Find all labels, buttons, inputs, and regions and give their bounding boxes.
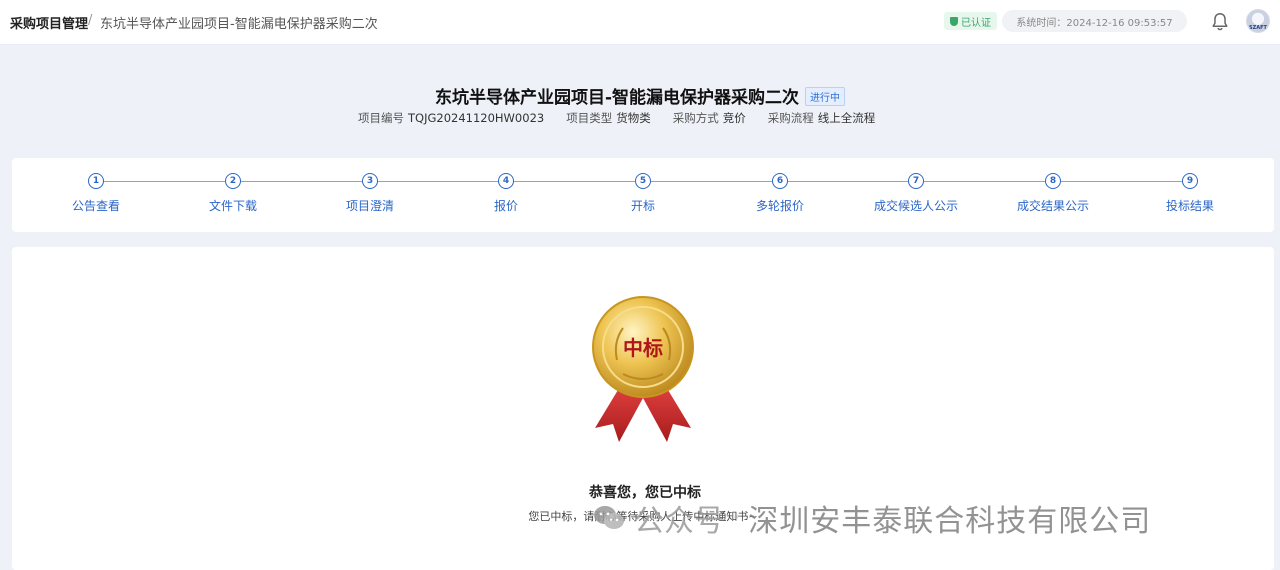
avatar[interactable]: SZAFT <box>1246 9 1270 33</box>
shield-icon <box>950 16 958 26</box>
step-1[interactable]: 1 公告查看 <box>26 173 166 214</box>
step-label: 公告查看 <box>71 199 120 213</box>
step-number: 6 <box>772 173 788 189</box>
step-3[interactable]: 3 项目澄清 <box>300 173 440 214</box>
avatar-text: SZAFT <box>1249 25 1267 31</box>
step-label: 投标结果 <box>1165 199 1214 213</box>
watermark-separator: · <box>732 503 741 533</box>
step-number: 9 <box>1182 173 1198 189</box>
breadcrumb-current: 东坑半导体产业园项目-智能漏电保护器采购二次 <box>100 17 378 32</box>
wechat-icon <box>594 506 624 529</box>
project-title-text: 东坑半导体产业园项目-智能漏电保护器采购二次 <box>434 88 800 108</box>
step-number: 8 <box>1045 173 1061 189</box>
watermark-label: 公众号 <box>634 504 724 539</box>
medal-icon: 中标 <box>592 296 694 442</box>
step-label: 报价 <box>493 199 518 213</box>
steps-card: 1 公告查看 2 文件下载 3 项目澄清 4 报价 5 开标 6 多轮报价 7 … <box>12 158 1274 232</box>
step-label: 成交候选人公示 <box>873 199 958 213</box>
step-label: 成交结果公示 <box>1016 199 1089 213</box>
watermark-company: 深圳安丰泰联合科技有限公司 <box>748 504 1152 539</box>
step-label: 多轮报价 <box>755 199 804 213</box>
breadcrumb-separator: / <box>88 13 93 28</box>
breadcrumb-root[interactable]: 采购项目管理 <box>10 13 88 32</box>
top-bar: 采购项目管理 / 东坑半导体产业园项目-智能漏电保护器采购二次 已认证 系统时间… <box>0 0 1280 45</box>
wechat-watermark: 公众号 · 深圳安丰泰联合科技有限公司 <box>592 498 1152 539</box>
step-number: 4 <box>498 173 514 189</box>
meta-value: 竞价 <box>722 111 746 125</box>
meta-item: 项目类型 货物类 <box>566 110 651 126</box>
meta-value: 线上全流程 <box>817 111 876 125</box>
step-5[interactable]: 5 开标 <box>573 173 713 214</box>
meta-item: 采购方式 竞价 <box>673 110 746 126</box>
step-8[interactable]: 8 成交结果公示 <box>983 173 1123 214</box>
step-number: 3 <box>362 173 378 189</box>
verified-label: 已认证 <box>961 17 991 29</box>
meta-item: 采购流程 线上全流程 <box>768 110 876 126</box>
meta-key: 项目编号 <box>358 111 404 125</box>
step-number: 5 <box>635 173 651 189</box>
step-number: 2 <box>225 173 241 189</box>
step-label: 项目澄清 <box>345 199 394 213</box>
step-label: 文件下载 <box>208 199 257 213</box>
step-number: 7 <box>908 173 924 189</box>
bell-icon[interactable] <box>1209 11 1231 33</box>
meta-key: 项目类型 <box>566 111 613 125</box>
step-4[interactable]: 4 报价 <box>436 173 576 214</box>
step-7[interactable]: 7 成交候选人公示 <box>846 173 986 214</box>
meta-key: 采购方式 <box>672 111 719 125</box>
project-meta: 项目编号 TQJG20241120HW0023 项目类型 货物类 采购方式 竞价 采购… <box>358 110 875 126</box>
system-time: 系统时间：2024-12-16 09:53:57 <box>1002 10 1187 32</box>
status-badge: 进行中 <box>805 87 846 106</box>
step-6[interactable]: 6 多轮报价 <box>710 173 850 214</box>
meta-value: TQJG20241120HW0023 <box>408 111 545 125</box>
step-number: 1 <box>88 173 104 189</box>
meta-value: 货物类 <box>616 111 651 125</box>
step-label: 开标 <box>630 199 655 213</box>
medal-label: 中标 <box>623 336 663 360</box>
meta-item: 项目编号 TQJG20241120HW0023 <box>358 110 544 126</box>
project-title: 东坑半导体产业园项目-智能漏电保护器采购二次 进行中 <box>0 83 1280 108</box>
verified-badge: 已认证 <box>944 12 997 30</box>
step-2[interactable]: 2 文件下载 <box>163 173 303 214</box>
step-9[interactable]: 9 投标结果 <box>1120 173 1260 214</box>
meta-key: 采购流程 <box>767 111 814 125</box>
